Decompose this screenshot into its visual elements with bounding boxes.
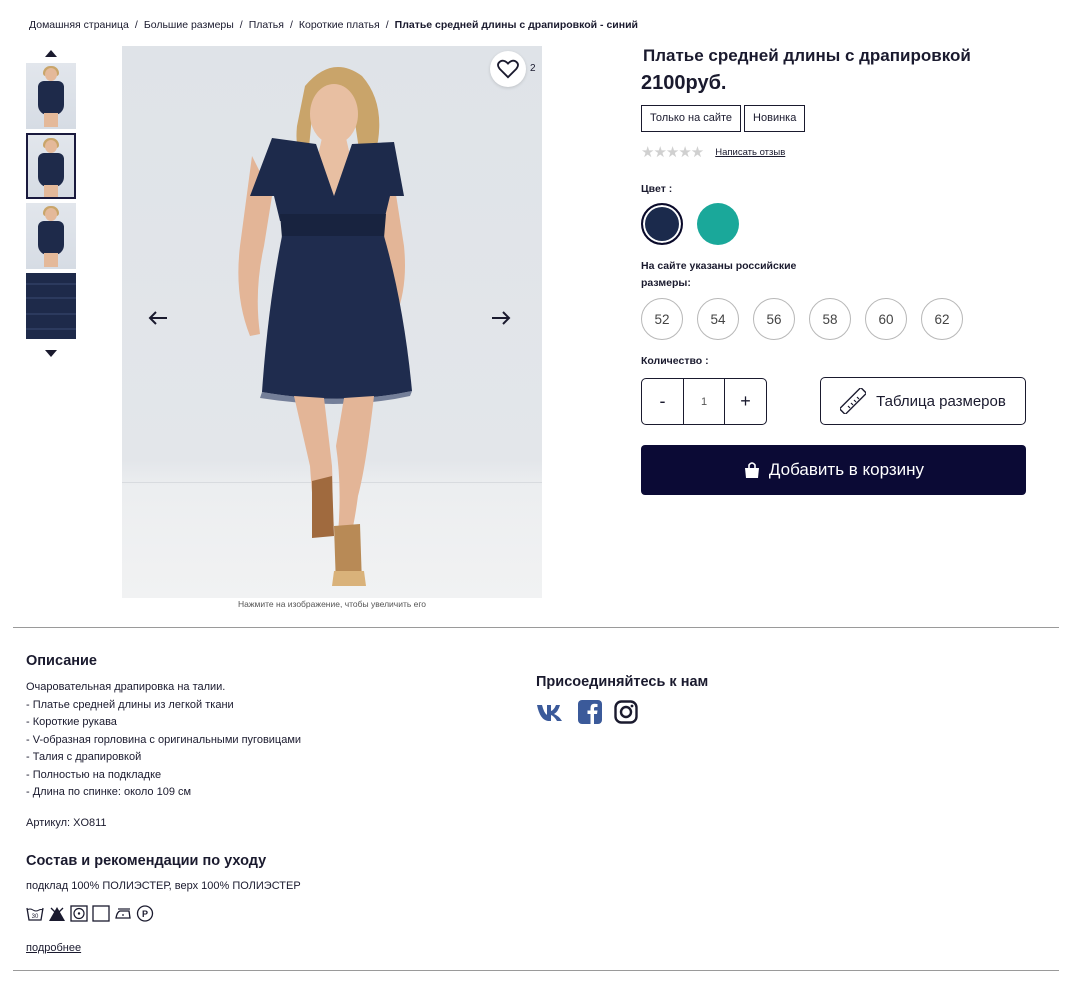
description-line: - Талия с драпировкой: [26, 751, 142, 763]
section-divider: [13, 627, 1059, 628]
product-badges: Только на сайте Новинка: [641, 105, 806, 132]
breadcrumb-separator: /: [289, 19, 293, 31]
breadcrumb-dresses[interactable]: Платья: [249, 19, 284, 31]
thumbnail-2-selected[interactable]: [26, 133, 76, 199]
dry-clean-p-icon: P: [136, 905, 154, 922]
description-line: - V-образная горловина с оригинальными п…: [26, 733, 302, 746]
previous-image-arrow-icon[interactable]: [147, 308, 169, 328]
size-option-58[interactable]: 58: [809, 298, 851, 340]
quantity-label: Количество :: [641, 355, 709, 367]
thumbnail-1[interactable]: [26, 63, 76, 129]
iron-low-icon: [115, 908, 131, 919]
quantity-decrease-button[interactable]: -: [642, 379, 683, 424]
svg-text:P: P: [142, 909, 148, 919]
heart-icon: [497, 59, 519, 79]
vk-icon[interactable]: [536, 702, 566, 722]
size-option-54[interactable]: 54: [697, 298, 739, 340]
description-line: - Платье средней длины из легкой ткани: [26, 698, 234, 711]
wishlist-count: 2: [530, 63, 536, 74]
badge-new: Новинка: [744, 105, 806, 132]
model-photo: [238, 67, 412, 586]
size-option-52[interactable]: 52: [641, 298, 683, 340]
svg-text:30: 30: [32, 914, 39, 920]
section-divider: [13, 970, 1059, 971]
breadcrumb-separator: /: [134, 19, 138, 31]
care-icons: 30 P: [26, 905, 154, 922]
breadcrumb-current: Платье средней длины с драпировкой - син…: [394, 19, 638, 31]
product-price: 2100руб.: [641, 72, 727, 94]
breadcrumb-separator: /: [385, 19, 389, 31]
quantity-input[interactable]: [683, 379, 725, 424]
product-sku: Артикул: XO811: [26, 817, 107, 829]
quantity-increase-button[interactable]: +: [725, 379, 766, 424]
size-option-56[interactable]: 56: [753, 298, 795, 340]
thumbnail-3[interactable]: [26, 203, 76, 269]
dry-flat-icon: [92, 905, 110, 922]
add-to-cart-label: Добавить в корзину: [768, 460, 925, 479]
description-text: Очаровательная драпировка на талии. - Пл…: [26, 679, 301, 802]
color-swatch-teal[interactable]: [697, 203, 739, 245]
wash-30-icon: 30: [26, 907, 44, 921]
description-line: - Длина по спинке: около 109 см: [26, 786, 192, 798]
description-line: - Полностью на подкладке: [26, 768, 162, 781]
no-bleach-icon: [49, 907, 65, 921]
breadcrumb-separator: /: [239, 19, 243, 31]
care-heading: Состав и рекомендации по уходу: [26, 853, 267, 869]
size-option-60[interactable]: 60: [865, 298, 907, 340]
wishlist-button[interactable]: [490, 51, 526, 87]
ruler-icon: [840, 388, 867, 414]
composition-text: подклад 100% ПОЛИЭСТЕР, верх 100% ПОЛИЭС…: [26, 880, 301, 892]
description-heading: Описание: [26, 653, 97, 669]
tumble-dry-icon: [70, 905, 88, 922]
color-label: Цвет :: [641, 183, 673, 195]
social-heading: Присоединяйтесь к нам: [536, 674, 709, 690]
facebook-icon[interactable]: [578, 700, 602, 724]
social-links: [536, 700, 638, 724]
breadcrumb-short-dresses[interactable]: Короткие платья: [299, 19, 380, 31]
size-chart-label: Таблица размеров: [876, 392, 1006, 410]
breadcrumb-home[interactable]: Домашняя страница: [29, 19, 129, 31]
color-swatch-navy[interactable]: [641, 203, 683, 245]
rating-stars-icon: ★★★★★: [641, 144, 704, 161]
instagram-icon[interactable]: [614, 700, 638, 724]
rating: ★★★★★ Написать отзыв: [641, 143, 785, 161]
description-line: - Короткие рукава: [26, 716, 117, 728]
size-chart-button[interactable]: Таблица размеров: [820, 377, 1026, 425]
write-review-link[interactable]: Написать отзыв: [715, 147, 785, 158]
next-image-arrow-icon[interactable]: [490, 308, 512, 328]
size-selector: 52 54 56 58 60 62: [641, 298, 963, 340]
description-line: Очаровательная драпировка на талии.: [26, 681, 226, 693]
more-details-link[interactable]: подробнее: [26, 942, 81, 954]
thumbs-up-arrow-icon[interactable]: [45, 50, 57, 57]
zoom-hint: Нажмите на изображение, чтобы увеличить …: [237, 599, 427, 609]
shopping-bag-icon: [744, 462, 759, 478]
breadcrumb-plus-size[interactable]: Большие размеры: [144, 19, 234, 31]
badge-online-only: Только на сайте: [641, 105, 742, 132]
quantity-stepper: - +: [641, 378, 767, 425]
add-to-cart-button[interactable]: Добавить в корзину: [641, 445, 1026, 495]
product-title: Платье средней длины с драпировкой: [643, 46, 971, 65]
product-main-image[interactable]: [122, 46, 542, 598]
size-note: На сайте указаны российские размеры:: [641, 260, 797, 289]
breadcrumb: Домашняя страница / Большие размеры / Платья…: [29, 19, 638, 31]
thumbs-down-arrow-icon[interactable]: [45, 350, 57, 357]
thumbnail-4-fabric[interactable]: [26, 273, 76, 339]
size-option-62[interactable]: 62: [921, 298, 963, 340]
